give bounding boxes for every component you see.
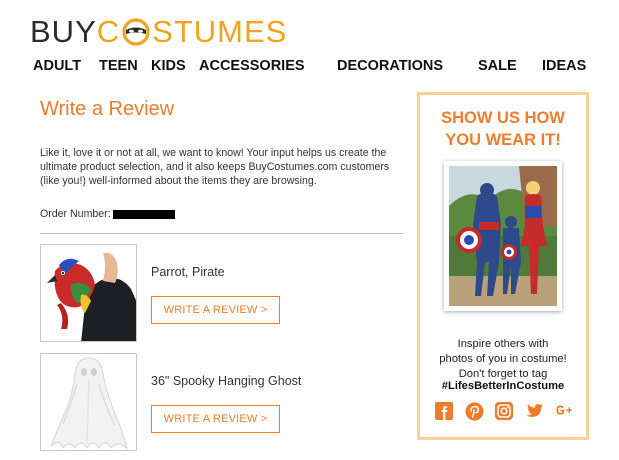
nav-item-sale[interactable]: SALE xyxy=(478,58,517,74)
order-number-redacted xyxy=(112,209,175,219)
product-image-ghost[interactable] xyxy=(40,353,137,451)
promo-text: Inspire others with photos of you in cos… xyxy=(420,337,586,382)
promo-title-line1: SHOW US HOW xyxy=(441,109,565,127)
logo-text-costumes: C STUMES xyxy=(97,14,288,50)
main-nav: ADULT TEEN KIDS ACCESSORIES DECORATIONS … xyxy=(0,58,619,78)
write-review-button-ghost[interactable]: WRITE A REVIEW > xyxy=(151,405,280,433)
pinterest-icon[interactable] xyxy=(464,401,484,421)
logo-text-buy: BUY xyxy=(30,14,97,49)
promo-box: SHOW US HOW YOU WEAR IT! Inspire others … xyxy=(417,92,589,440)
costume-photo xyxy=(444,161,562,311)
google-plus-icon[interactable] xyxy=(554,401,574,421)
twitter-icon[interactable] xyxy=(524,401,544,421)
logo-text-c: C xyxy=(96,14,121,49)
promo-text-line1: Inspire others with xyxy=(457,338,549,350)
product-name-ghost[interactable]: 36" Spooky Hanging Ghost xyxy=(151,374,301,388)
write-review-button-parrot[interactable]: WRITE A REVIEW > xyxy=(151,296,280,324)
nav-item-decorations[interactable]: DECORATIONS xyxy=(337,58,443,74)
family-costume-photo-image xyxy=(449,166,557,306)
nav-item-ideas[interactable]: IDEAS xyxy=(542,58,586,74)
facebook-icon[interactable] xyxy=(434,401,454,421)
page-title: Write a Review xyxy=(40,98,175,120)
nav-item-adult[interactable]: ADULT xyxy=(33,58,81,74)
logo-text-stumes: STUMES xyxy=(152,14,288,49)
social-icons xyxy=(434,401,574,421)
divider xyxy=(40,233,403,234)
review-intro-text: Like it, love it or not at all, we want … xyxy=(40,147,390,187)
promo-hashtag: #LifesBetterInCostume xyxy=(441,380,565,392)
promo-text-line2: photos of you in costume! xyxy=(439,353,567,365)
order-number: Order Number: xyxy=(40,208,175,220)
ghost-decoration-image xyxy=(41,354,136,450)
promo-title: SHOW US HOW YOU WEAR IT! xyxy=(420,107,586,151)
buycostumes-logo[interactable]: BUY C STUMES xyxy=(30,14,287,50)
nav-item-accessories[interactable]: ACCESSORIES xyxy=(199,58,305,74)
order-number-label: Order Number: xyxy=(40,208,111,220)
instagram-icon[interactable] xyxy=(494,401,514,421)
nav-item-kids[interactable]: KIDS xyxy=(151,58,186,74)
promo-title-line2: YOU WEAR IT! xyxy=(445,131,561,149)
parrot-costume-image xyxy=(41,245,136,341)
product-name-parrot[interactable]: Parrot, Pirate xyxy=(151,265,225,279)
mask-icon xyxy=(121,17,151,47)
product-image-parrot[interactable] xyxy=(40,244,137,342)
nav-item-teen[interactable]: TEEN xyxy=(99,58,138,74)
